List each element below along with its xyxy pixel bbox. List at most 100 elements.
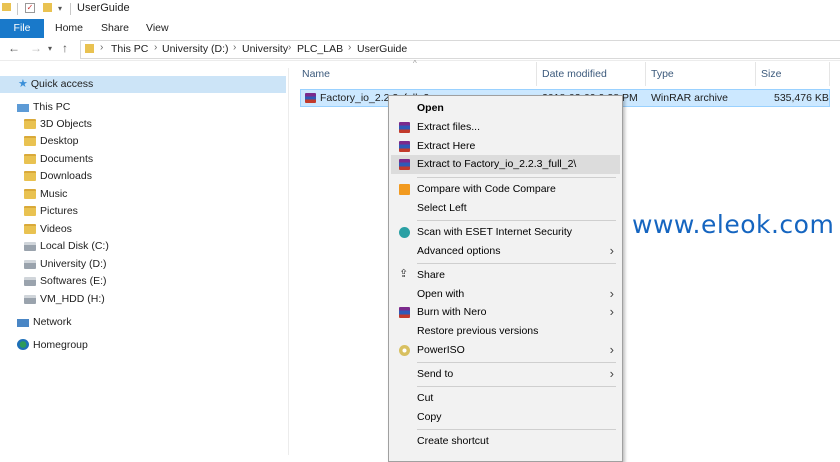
nav-pictures[interactable]: Pictures [24,203,78,220]
column-date-modified[interactable]: Date modified [542,68,607,80]
tab-file[interactable]: File [0,19,44,38]
chevron-right-icon[interactable]: › [154,42,157,53]
properties-icon[interactable]: ✓ [25,3,35,13]
code-compare-icon [399,184,410,195]
recent-chevron-icon[interactable]: ▾ [48,44,52,53]
chevron-right-icon[interactable]: › [100,42,103,53]
menu-advanced-options[interactable]: Advanced options › [391,242,620,261]
drive-icon [24,260,36,269]
menu-open[interactable]: Open [391,99,620,118]
column-divider[interactable] [829,62,830,86]
nav-network[interactable]: Network [17,314,72,331]
menu-poweriso[interactable]: PowerISO › [391,341,620,360]
address-bar[interactable]: › This PC › University (D:) › University… [80,40,840,59]
column-name[interactable]: Name [302,68,330,80]
tab-home[interactable]: Home [55,19,83,38]
menu-extract-to[interactable]: Extract to Factory_io_2.2.3_full_2\ [391,155,620,174]
winrar-icon [399,141,410,152]
watermark-text: www.eleok.com [632,210,835,239]
menu-separator [417,263,616,264]
winrar-icon [399,122,410,133]
menu-select-left[interactable]: Select Left [391,199,620,218]
tab-view[interactable]: View [146,19,169,38]
menu-extract-here[interactable]: Extract Here [391,137,620,156]
menu-copy[interactable]: Copy [391,408,620,427]
nav-videos[interactable]: Videos [24,221,72,238]
star-icon: ★ [18,78,28,90]
menu-label: PowerISO [417,344,465,356]
menu-scan-eset[interactable]: Scan with ESET Internet Security [391,223,620,242]
menu-share[interactable]: ⇪ Share [391,266,620,285]
nav-desktop[interactable]: Desktop [24,133,79,150]
breadcrumb-university[interactable]: University [242,43,288,55]
folder-icon [24,224,36,234]
nav-university-d[interactable]: University (D:) [24,256,107,273]
breadcrumb-plc-lab[interactable]: PLC_LAB [297,43,343,55]
menu-separator [417,220,616,221]
breadcrumb-userguide[interactable]: UserGuide [357,43,407,55]
submenu-arrow-icon: › [609,243,614,258]
breadcrumb-university-d[interactable]: University (D:) [162,43,229,55]
nav-label: University (D:) [40,258,107,270]
drive-icon [24,295,36,304]
menu-burn-nero[interactable]: Burn with Nero › [391,303,620,322]
window-title: UserGuide [77,2,130,14]
menu-send-to[interactable]: Send to › [391,365,620,384]
column-divider[interactable] [755,62,756,86]
network-icon [17,319,29,327]
back-arrow-icon[interactable]: ← [8,41,20,55]
menu-extract-files[interactable]: Extract files... [391,118,620,137]
menu-restore-versions[interactable]: Restore previous versions [391,322,620,341]
chevron-right-icon[interactable]: › [233,42,236,53]
folder-icon [24,119,36,129]
nav-3d-objects[interactable]: 3D Objects [24,116,92,133]
up-arrow-icon[interactable]: ↑ [62,41,68,55]
menu-label: Open [417,102,444,114]
breadcrumb-this-pc[interactable]: This PC [111,43,148,55]
submenu-arrow-icon: › [609,342,614,357]
new-folder-icon[interactable] [43,3,52,12]
nav-quick-access[interactable]: ★ Quick access [0,76,286,93]
nav-this-pc[interactable]: This PC [17,99,70,116]
nav-downloads[interactable]: Downloads [24,168,92,185]
nav-local-disk-c[interactable]: Local Disk (C:) [24,238,109,255]
nav-homegroup[interactable]: Homegroup [17,337,88,354]
navigation-pane: ★ Quick access This PC 3D Objects Desktop… [0,68,289,455]
nav-label: Homegroup [33,339,88,351]
chevron-right-icon[interactable]: › [288,42,291,53]
column-divider[interactable] [536,62,537,86]
forward-arrow-icon[interactable]: → [30,41,42,55]
menu-compare[interactable]: Compare with Code Compare [391,180,620,199]
submenu-arrow-icon: › [609,366,614,381]
nav-label: This PC [33,101,71,113]
tab-share[interactable]: Share [101,19,129,38]
chevron-right-icon[interactable]: › [348,42,351,53]
nav-vm-hdd-h[interactable]: VM_HDD (H:) [24,291,105,308]
nav-music[interactable]: Music [24,186,67,203]
menu-label: Restore previous versions [417,325,539,337]
menu-create-shortcut[interactable]: Create shortcut [391,432,620,451]
nav-documents[interactable]: Documents [24,151,93,168]
sort-ascending-icon: ^ [413,59,417,68]
eset-icon [399,227,410,238]
nav-softwares-e[interactable]: Softwares (E:) [24,273,107,290]
winrar-icon [399,159,410,170]
nav-label: Desktop [40,135,79,147]
nav-label: Downloads [40,170,92,182]
navigation-bar: ← → ▾ ↑ › This PC › University (D:) › Un… [0,38,840,61]
homegroup-icon [17,339,29,350]
menu-label: Copy [417,411,442,423]
menu-separator [417,386,616,387]
drive-icon [24,277,36,286]
folder-icon [24,154,36,164]
submenu-arrow-icon: › [609,304,614,319]
column-type[interactable]: Type [651,68,674,80]
chevron-down-icon[interactable]: ▾ [58,4,62,13]
file-type: WinRAR archive [651,92,729,104]
column-divider[interactable] [645,62,646,86]
column-size[interactable]: Size [761,68,781,80]
divider [17,3,18,15]
menu-open-with[interactable]: Open with › [391,285,620,304]
menu-cut[interactable]: Cut [391,389,620,408]
nav-label: 3D Objects [40,118,92,130]
